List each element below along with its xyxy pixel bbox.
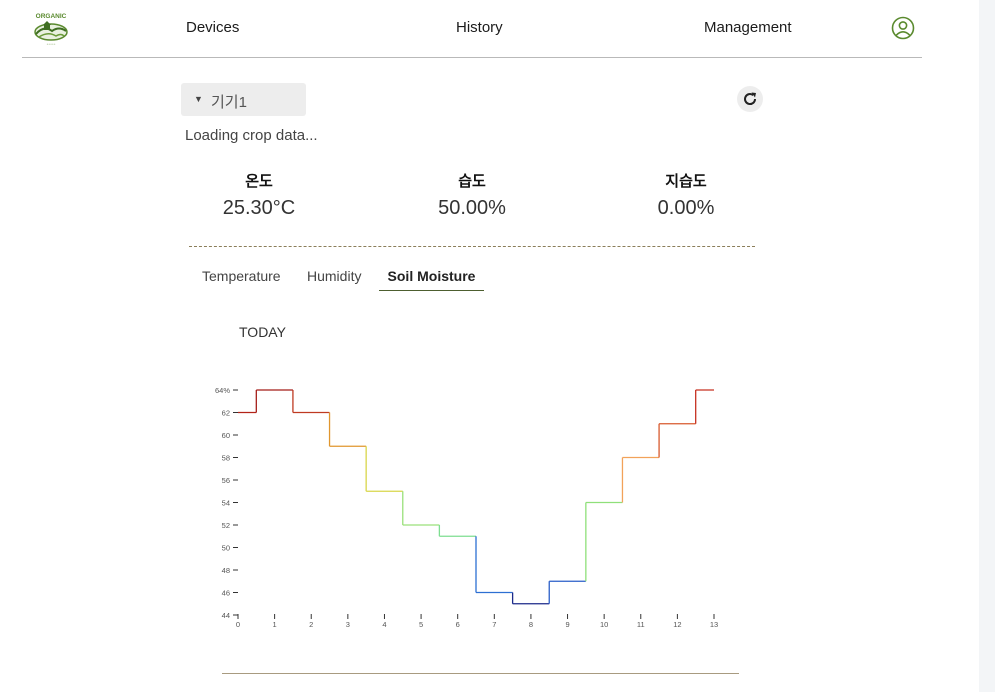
device-select-value: 기기1 bbox=[211, 94, 247, 111]
x-tick-label: 11 bbox=[637, 620, 645, 629]
svg-text:ORGANIC: ORGANIC bbox=[36, 13, 67, 20]
y-tick-label: 64% bbox=[215, 386, 230, 395]
stat-temperature: 온도 25.30°C bbox=[179, 170, 339, 220]
y-tick-label: 56 bbox=[222, 476, 230, 485]
y-tick-label: 44 bbox=[222, 611, 230, 620]
refresh-icon bbox=[744, 92, 757, 105]
section-divider bbox=[189, 246, 755, 247]
organic-logo[interactable]: ORGANIC • • • • • bbox=[32, 9, 70, 47]
tab-soil-moisture[interactable]: Soil Moisture bbox=[379, 268, 484, 291]
x-tick-label: 7 bbox=[492, 620, 496, 629]
chart-period-label: TODAY bbox=[239, 324, 286, 340]
x-tick-label: 9 bbox=[565, 620, 569, 629]
user-circle-icon[interactable] bbox=[891, 16, 915, 40]
loading-status: Loading crop data... bbox=[185, 127, 318, 144]
x-tick-label: 3 bbox=[346, 620, 350, 629]
y-tick-label: 50 bbox=[222, 544, 230, 553]
stat-temperature-value: 25.30°C bbox=[222, 197, 296, 219]
stat-humidity-value: 50.00% bbox=[438, 197, 506, 219]
top-navbar: ORGANIC • • • • • Devices History Manage… bbox=[22, 0, 922, 58]
device-select[interactable]: ▼ 기기1 bbox=[181, 83, 306, 116]
stat-soil-value: 0.00% bbox=[657, 197, 715, 219]
stat-humidity-label: 습도 bbox=[458, 173, 486, 190]
stat-temperature-label: 온도 bbox=[245, 173, 273, 190]
y-tick-label: 48 bbox=[222, 566, 230, 575]
x-tick-label: 2 bbox=[309, 620, 313, 629]
refresh-button[interactable] bbox=[737, 86, 763, 112]
x-tick-label: 4 bbox=[382, 620, 386, 629]
stat-soil: 지습도 0.00% bbox=[606, 170, 766, 220]
x-tick-label: 6 bbox=[456, 620, 460, 629]
nav-management[interactable]: Management bbox=[704, 19, 792, 36]
x-tick-label: 5 bbox=[419, 620, 423, 629]
x-tick-label: 10 bbox=[600, 620, 608, 629]
y-tick-label: 46 bbox=[222, 589, 230, 598]
soil-moisture-chart: 64%626058565452504846440 1 2 3 4 5 6 7 8 9 10 11 12 1… bbox=[215, 386, 718, 629]
svg-text:• • • • •: • • • • • bbox=[47, 42, 56, 46]
y-tick-label: 62 bbox=[222, 409, 230, 418]
x-tick-label: 8 bbox=[529, 620, 533, 629]
stat-soil-label: 지습도 bbox=[665, 173, 707, 190]
x-tick-label: 13 bbox=[710, 620, 718, 629]
tab-temperature[interactable]: Temperature bbox=[202, 268, 281, 284]
y-tick-label: 54 bbox=[222, 499, 230, 508]
x-tick-label: 0 bbox=[236, 620, 240, 629]
y-tick-label: 52 bbox=[222, 521, 230, 530]
y-tick-label: 60 bbox=[222, 431, 230, 440]
bottom-divider bbox=[222, 673, 739, 674]
caret-down-icon: ▼ bbox=[194, 94, 203, 104]
x-tick-label: 12 bbox=[673, 620, 681, 629]
nav-history[interactable]: History bbox=[456, 19, 503, 36]
y-tick-label: 58 bbox=[222, 454, 230, 463]
tab-humidity[interactable]: Humidity bbox=[307, 268, 361, 284]
window-scroll-strip bbox=[979, 0, 995, 692]
x-tick-label: 1 bbox=[273, 620, 277, 629]
nav-devices[interactable]: Devices bbox=[186, 19, 239, 36]
stat-humidity: 습도 50.00% bbox=[392, 170, 552, 220]
